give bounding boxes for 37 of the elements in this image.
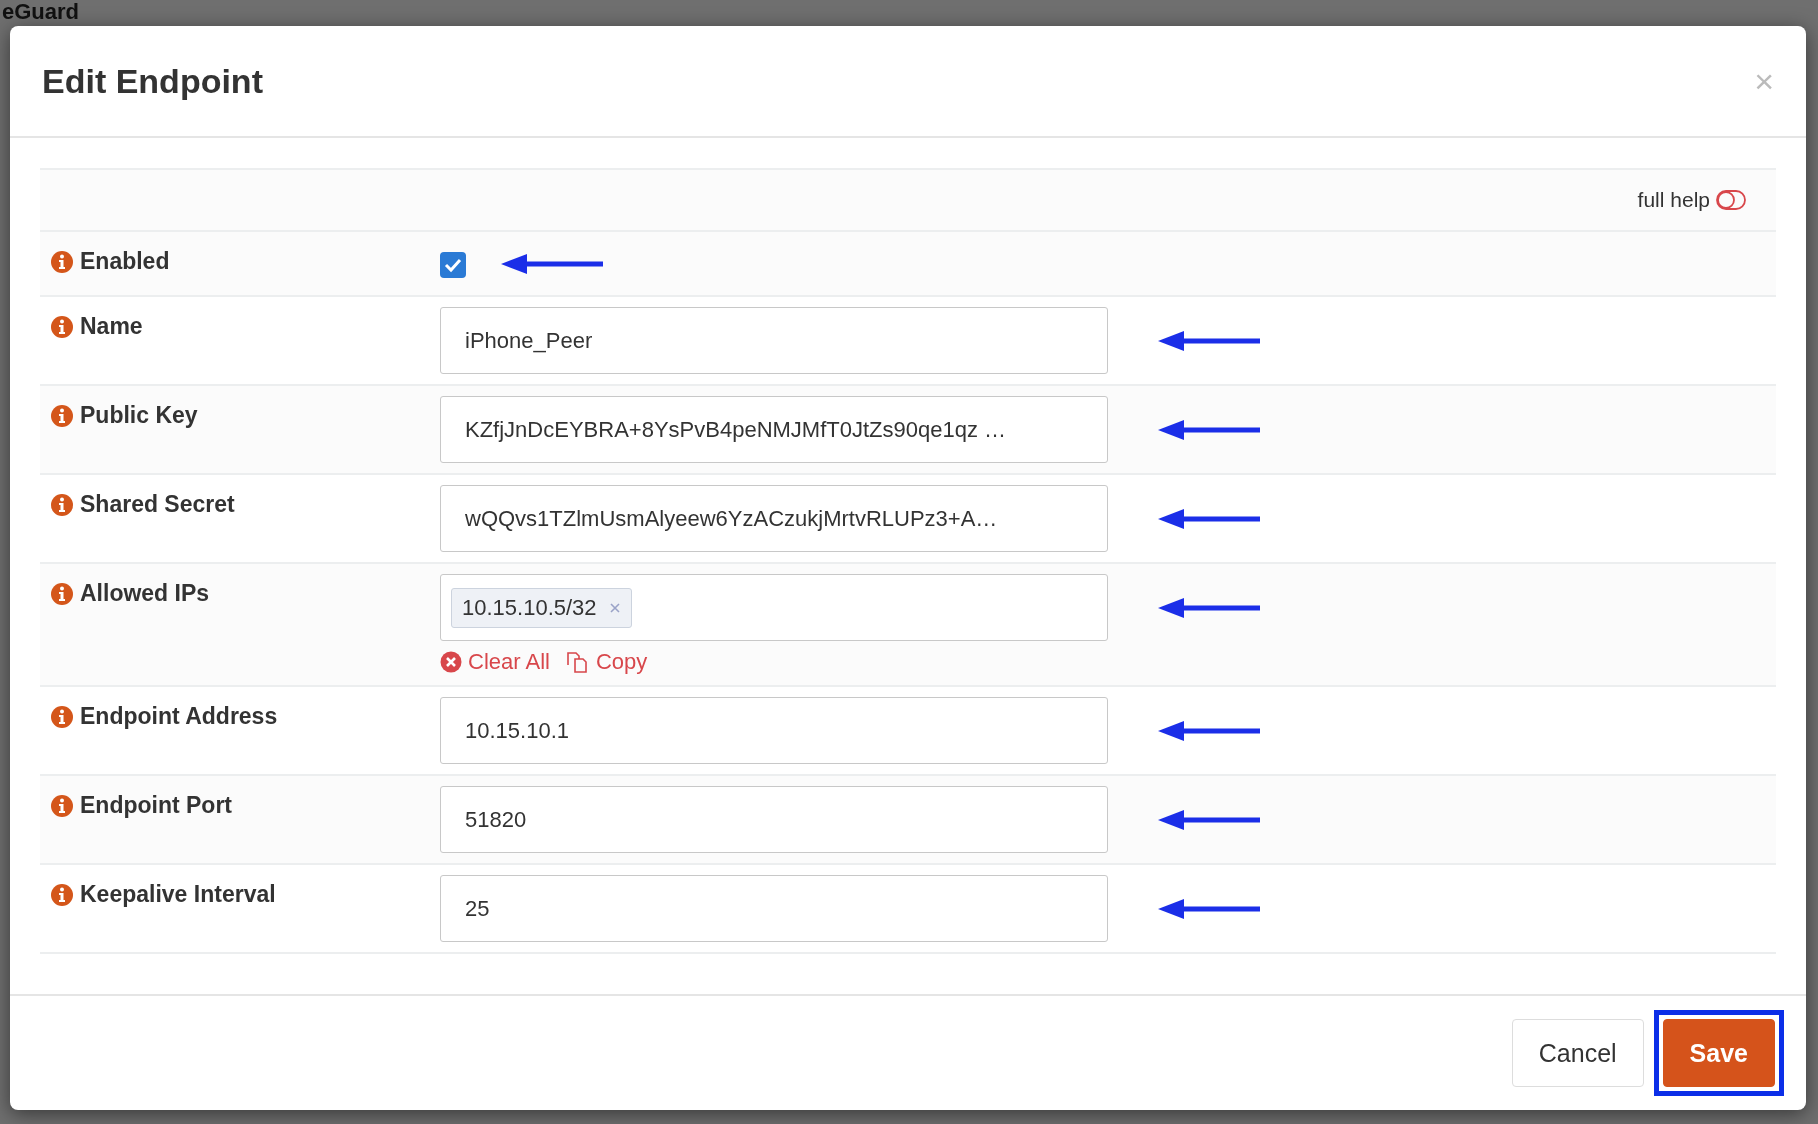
input-field[interactable]: wQQvs1TZlmUsmAlyeew6YzACzukjMrtvRLUPz3+A… [440, 485, 1108, 552]
info-icon[interactable] [50, 492, 74, 517]
copy-icon [565, 650, 590, 674]
input-field[interactable]: 10.15.10.1 [440, 697, 1108, 764]
field-label: Allowed IPs [80, 580, 210, 607]
page-title: eGuard [2, 0, 80, 24]
field-label: Enabled [80, 248, 170, 275]
input-field[interactable]: 25 [440, 875, 1108, 942]
action-link[interactable]: Clear All [440, 649, 550, 675]
info-icon[interactable] [50, 793, 74, 818]
ip-tag: 10.15.10.5/32 [451, 587, 632, 628]
clear-icon [440, 651, 462, 673]
field-label: Keepalive Interval [80, 881, 276, 908]
input-field[interactable]: KZfjJnDcEYBRA+8YsPvB4peNMJMfT0JtZs90qe1qz … [440, 396, 1108, 463]
info-icon[interactable] [50, 249, 74, 274]
field-label: Shared Secret [80, 491, 235, 518]
field-label: Endpoint Port [80, 792, 233, 819]
cancel-button[interactable]: Cancel [1511, 1019, 1644, 1087]
dialog-title: Edit Endpoint [42, 61, 263, 101]
toggle-switch[interactable] [1716, 190, 1746, 210]
save-button[interactable]: Save [1662, 1019, 1775, 1087]
remove-icon[interactable] [608, 601, 621, 614]
field-label: Public Key [80, 402, 198, 429]
field-label: Name [80, 313, 143, 340]
input-field[interactable]: 51820 [440, 786, 1108, 853]
action-link[interactable]: Copy [565, 649, 648, 675]
info-icon[interactable] [50, 581, 74, 606]
tags-field[interactable]: 10.15.10.5/32 [440, 574, 1108, 641]
help-label: full help [1637, 188, 1710, 212]
check-icon [444, 256, 462, 274]
field-label: Endpoint Address [80, 703, 278, 730]
info-icon[interactable] [50, 314, 74, 339]
info-icon[interactable] [50, 704, 74, 729]
info-icon[interactable] [50, 403, 74, 428]
checkbox[interactable] [440, 252, 466, 278]
info-icon[interactable] [50, 882, 74, 907]
input-field[interactable]: iPhone_Peer [440, 307, 1108, 374]
